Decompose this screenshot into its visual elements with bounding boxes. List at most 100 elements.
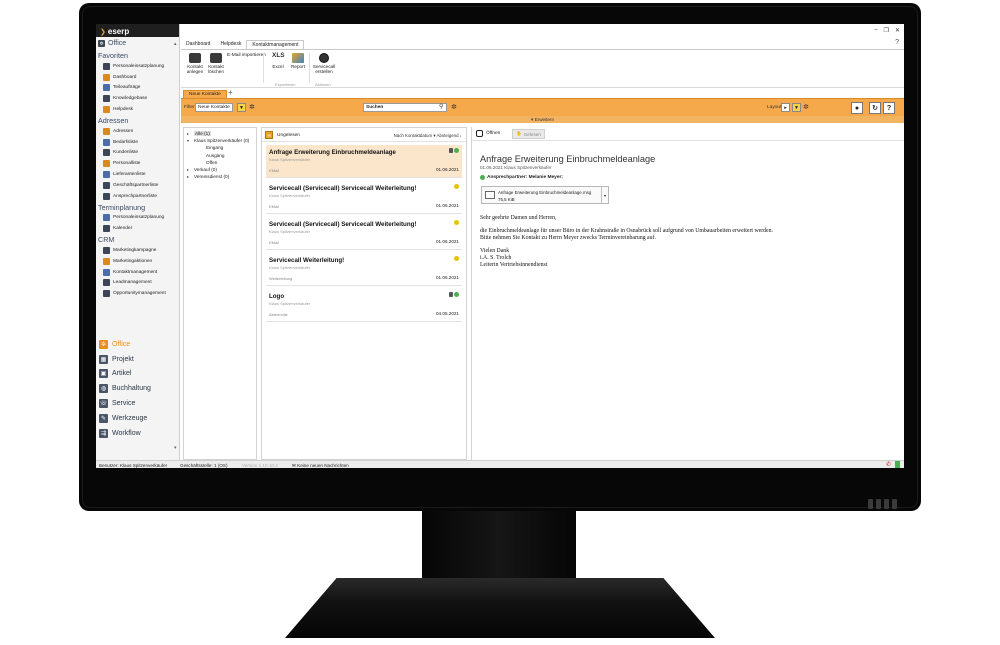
tree-node-offen[interactable]: Offen [184,159,256,166]
tree-node-vereinsdienst-0[interactable]: ▸ Vereinsdienst (0) [184,173,256,180]
tree-caret-icon[interactable]: ▸ [187,131,191,136]
funnel-icon: ▼ [239,104,244,111]
sidebar-item-geschäftspartnerliste[interactable]: Geschäftspartnerliste [96,180,179,191]
layout-label: Layout [767,105,782,110]
office-module-icon: ✲ [99,339,108,349]
sidebar-item-bedarfsliste[interactable]: Bedarfsliste [96,137,179,148]
search-settings-gear-icon[interactable]: ✲ [451,103,457,111]
minimize-icon[interactable]: – [874,27,877,34]
email-import-button[interactable]: E-Mail importieren [227,53,266,58]
nav-section-terminplanung[interactable]: Terminplanung [96,202,179,213]
personaleinsatzplanung-icon [103,214,110,222]
help-icon[interactable]: ? [895,39,899,46]
nav-section-crm[interactable]: CRM [96,234,179,245]
sidebar-item-lieferantenliste[interactable]: Lieferantenliste [96,169,179,180]
filter-select[interactable]: Neue Kontakte [195,103,233,112]
sidebar-item-helpdesk[interactable]: Helpdesk [96,104,179,115]
open-button[interactable]: Öffnen [476,130,500,137]
tree-node-klaus-spitzenverkäufer-0[interactable]: ▾ Klaus Spitzenverkäufer (0) [184,137,256,144]
module-artikel[interactable]: ▣ Artikel [96,367,180,382]
layout-select[interactable]: ▸ [781,103,790,112]
status-dot-icon [454,292,459,297]
tab-kontaktmanagement[interactable]: Kontaktmanagement [246,40,305,49]
nav-section-favoriten[interactable]: Favoriten [96,50,179,61]
module-workflow[interactable]: ⇶ Workflow [96,426,180,441]
sidebar-item-marketingkampagne[interactable]: Marketingkampagne [96,245,179,256]
nav-office-header[interactable]: ✲ Office [96,37,179,50]
help-button[interactable]: ? [883,102,895,114]
sort-control[interactable]: Nach Kontaktdatum ▾ Absteigend ↓ [394,133,462,139]
sidebar-item-kalender[interactable]: Kalender [96,223,179,234]
servicecall-create-button[interactable]: Servicecall erstellen [311,53,337,74]
excel-export-button[interactable]: XLS Excel [267,52,289,69]
list-item[interactable]: Servicecall (Servicecall) Servicecall We… [266,217,462,250]
filter-select-value: Neue Kontakte [198,105,230,110]
sidebar-item-kundenliste[interactable]: Kundenliste [96,148,179,159]
sidebar-item-marketingaktionen[interactable]: Marketingaktionen [96,256,179,267]
doc-tab-neue-kontakte[interactable]: Neue Kontakte [183,90,227,98]
list-item[interactable]: Anfrage Erweiterung Einbruchmeldeanlage K… [266,145,462,178]
mark-read-button[interactable]: ✋ Gelesen [512,129,545,139]
tree-node-ausgang[interactable]: Ausgang [184,152,256,159]
expand-toggle[interactable]: ▾ Erweitern [181,116,904,123]
unread-label[interactable]: Ungelesen [277,133,300,138]
tree-caret-icon[interactable]: ▾ [187,138,191,143]
search-input[interactable]: Suchen [363,103,447,112]
add-tab-icon[interactable]: + [228,88,233,97]
list-item[interactable]: Logo Klaus Spitzenverkäufer Aktennotiz 04.0… [266,289,462,322]
sidebar-item-leadmanagement[interactable]: Leadmanagement [96,278,179,289]
tab-helpdesk[interactable]: Helpdesk [215,40,246,49]
nav-section-adressen[interactable]: Adressen [96,115,179,126]
layout-funnel-button[interactable]: ▼ [792,103,801,112]
search-icon[interactable]: ⚲ [439,103,443,110]
message-list-header: ✉ Ungelesen Nach Kontaktdatum ▾ Absteige… [262,128,466,142]
contact-delete-button[interactable]: Kontakt löschen [205,53,227,74]
teileaufträge-icon [103,84,110,92]
nav-scroll-down-icon[interactable]: ▾ [174,445,177,451]
message-sender: Klaus Spitzenverkäufer [269,229,311,234]
sidebar-item-kontaktmanagement[interactable]: Kontaktmanagement [96,267,179,278]
sidebar-item-teileaufträge[interactable]: Teileaufträge [96,83,179,94]
user-button[interactable]: ● [851,102,863,114]
contact-person[interactable]: Ansprechpartner: Melanie Meyer; [480,175,563,180]
tree-node-verkauf-0[interactable]: ▸ Verkauf (0) [184,166,256,173]
module-service[interactable]: ☏ Service [96,396,180,411]
attachment-chip[interactable]: Anfrage Erweiterung Einbruchmeldeanlage.… [481,186,609,204]
attachment-dropdown-icon[interactable]: ▾ [601,187,608,203]
buchhaltung-module-icon: ◍ [99,384,108,394]
message-sender: Klaus Spitzenverkäufer [269,193,311,198]
sidebar-item-opportunitymanagement[interactable]: Opportunitymanagement [96,288,179,299]
module-projekt[interactable]: ▦ Projekt [96,352,180,367]
unread-filter-icon[interactable]: ✉ [265,131,273,139]
list-item[interactable]: Servicecall Weiterleitung! Klaus Spitzenv… [266,253,462,286]
contact-create-button[interactable]: Kontakt anlegen [184,53,206,74]
maximize-icon[interactable]: ❐ [884,27,889,34]
list-item[interactable]: Servicecall (Servicecall) Servicecall We… [266,181,462,214]
layout-settings-gear-icon[interactable]: ✲ [803,103,809,111]
tree-node-eingang[interactable]: Eingang [184,144,256,151]
phone-icon[interactable]: ✆ [886,461,891,468]
sidebar-item-adressen[interactable]: Adressen [96,126,179,137]
filter-funnel-button[interactable]: ▼ [237,103,246,112]
close-icon[interactable]: ✕ [895,27,900,34]
sidebar-item-ansprechpartnerliste[interactable]: Ansprechpartnerliste [96,191,179,202]
filter-settings-gear-icon[interactable]: ✲ [249,103,255,111]
sidebar-item-personaleinsatzplanung[interactable]: Personaleinsatzplanung [96,213,179,224]
module-werkzeuge[interactable]: ✎ Werkzeuge [96,411,180,426]
nav-scroll-up-icon[interactable]: ▴ [174,41,177,47]
sidebar-item-label: Knowledgebase [113,96,148,102]
sidebar-item-personalliste[interactable]: Personalliste [96,158,179,169]
module-buchhaltung[interactable]: ◍ Buchhaltung [96,381,180,396]
refresh-button[interactable]: ↻ [869,102,881,114]
app-logo: ❯ eserp [96,24,179,37]
sidebar-item-dashboard[interactable]: Dashboard [96,72,179,83]
sidebar-item-label: Geschäftspartnerliste [113,182,159,188]
sidebar-item-personaleinsatzplanung[interactable]: Personaleinsatzplanung [96,61,179,72]
tree-caret-icon[interactable]: ▸ [187,167,191,172]
module-office[interactable]: ✲ Office [96,337,180,352]
tab-dashboard[interactable]: Dashboard [181,40,215,49]
tree-node-alle-1[interactable]: ▸ Alle (1) [184,130,256,137]
sidebar-item-knowledgebase[interactable]: Knowledgebase [96,93,179,104]
report-export-button[interactable]: Report [287,53,309,69]
tree-caret-icon[interactable]: ▸ [187,174,191,179]
